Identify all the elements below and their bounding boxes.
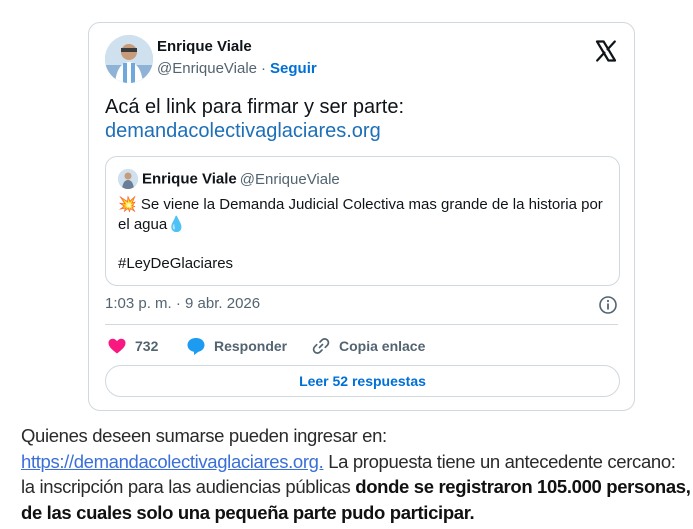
tweet-body-text: Acá el link para firmar y ser parte:: [105, 96, 404, 118]
x-logo-icon[interactable]: [594, 39, 618, 63]
author-handle[interactable]: @EnriqueViale: [157, 60, 257, 77]
quoted-hashtag: #LeyDeGlaciares: [118, 255, 234, 272]
article-paragraph: Quienes deseen sumarse pueden ingresar e…: [21, 423, 691, 525]
article-link[interactable]: https://demandacolectivaglaciares.org.: [21, 451, 324, 472]
author-avatar[interactable]: [105, 35, 153, 83]
tweet-link[interactable]: demandacolectivaglaciares.org: [105, 119, 625, 143]
like-button[interactable]: 732: [107, 333, 158, 359]
quoted-author-handle: @EnriqueViale: [239, 170, 340, 188]
quoted-author-avatar: [118, 169, 138, 189]
follow-link[interactable]: Seguir: [270, 60, 317, 77]
quoted-author-name: Enrique Viale: [142, 170, 237, 188]
water-drop-emoji-icon: 💧: [167, 216, 186, 233]
explosion-emoji-icon: 💥: [118, 196, 137, 213]
quoted-tweet-body: 💥 Se viene la Demanda Judicial Colectiva…: [118, 195, 613, 235]
quoted-tweet-card[interactable]: Enrique Viale @EnriqueViale 💥 Se viene la…: [105, 156, 620, 286]
copy-link-label: Copia enlace: [339, 338, 426, 354]
read-replies-button[interactable]: Leer 52 respuestas: [105, 365, 620, 397]
like-count: 732: [135, 338, 159, 354]
embedded-tweet-card: Enrique Viale @EnriqueViale · Seguir Acá e…: [88, 22, 635, 411]
tweet-author-row: Enrique Viale @EnriqueViale · Seguir: [105, 35, 618, 83]
reply-button[interactable]: Responder: [186, 333, 287, 359]
separator-dot: ·: [261, 60, 267, 77]
author-handle-line: @EnriqueViale · Seguir: [157, 60, 317, 77]
reply-label: Responder: [214, 338, 288, 354]
tweet-text: Acá el link para firmar y ser parte: dem…: [105, 95, 625, 143]
tweet-time[interactable]: 1:03 p. m.: [105, 295, 172, 312]
tweet-meta-row: 1:03 p. m. · 9 abr. 2026: [105, 295, 618, 315]
tweet-actions-row: 732 Responder Copia enlace: [105, 333, 618, 359]
article-intro-text: Quienes deseen sumarse pueden ingresar e…: [21, 425, 387, 446]
tweet-date[interactable]: 9 abr. 2026: [185, 295, 260, 312]
quoted-body-text: Se viene la Demanda Judicial Colectiva m…: [118, 196, 603, 233]
copy-link-button[interactable]: Copia enlace: [311, 333, 425, 359]
meta-separator-dot: ·: [175, 295, 181, 312]
link-icon: [312, 338, 330, 354]
reply-bubble-icon: [187, 338, 205, 355]
quoted-tweet-header: Enrique Viale @EnriqueViale: [118, 169, 340, 191]
heart-icon: [108, 338, 126, 354]
author-name[interactable]: Enrique Viale: [157, 38, 252, 55]
tweet-divider: [105, 324, 618, 325]
info-icon[interactable]: [598, 295, 618, 315]
